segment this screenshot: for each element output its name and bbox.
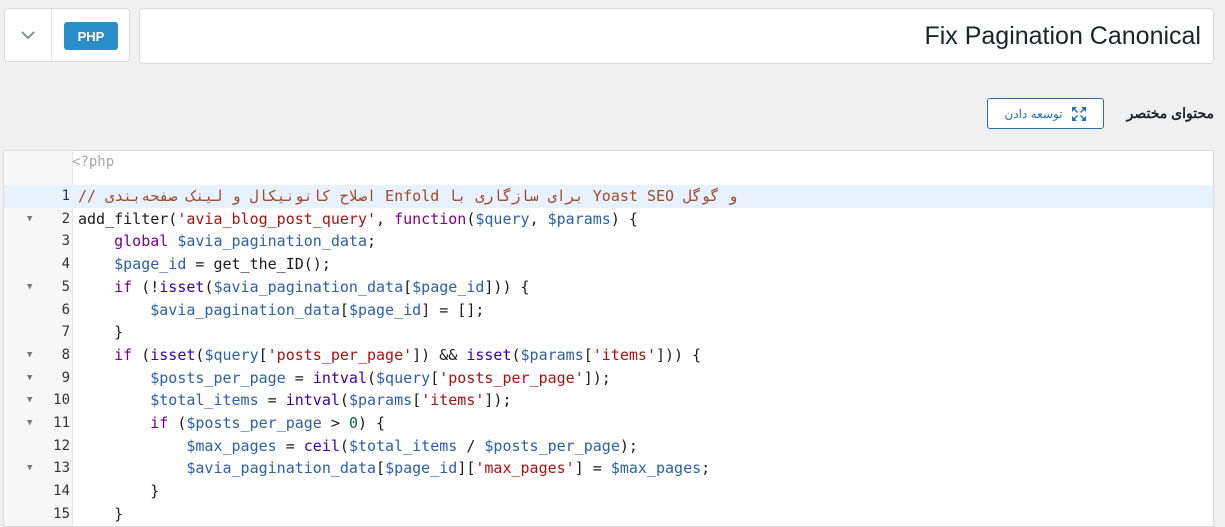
code-line[interactable]: ▼ 5 if (!isset($avia_pagination_data[$pag… — [4, 276, 1213, 299]
chevron-down-icon[interactable] — [5, 9, 52, 61]
line-number: 14 — [53, 483, 70, 500]
expand-label: توسعه دادن — [1004, 106, 1063, 121]
line-number: 9 — [61, 369, 70, 386]
php-open-tag: <?php — [72, 154, 115, 170]
expand-arrows-icon — [1071, 106, 1086, 121]
line-number: 6 — [61, 301, 70, 318]
code-line[interactable]: ▼ 8 if (isset($query['posts_per_page']) &… — [4, 344, 1213, 367]
code-line[interactable]: 1 // اصلاح کانونیکال و لینک صفحه‌بندی Enf… — [4, 185, 1213, 208]
code-text[interactable]: if (!isset($avia_pagination_data[$page_i… — [78, 276, 529, 299]
line-number: 3 — [61, 233, 70, 250]
code-text[interactable]: add_filter('avia_blog_post_query', funct… — [78, 208, 638, 231]
code-line[interactable]: ▼ 10 $total_items = intval($params['items… — [4, 389, 1213, 412]
line-number: 4 — [61, 256, 70, 273]
code-text[interactable]: $max_pages = ceil($total_items / $posts_… — [78, 435, 638, 458]
code-text[interactable]: $avia_pagination_data[$page_id]['max_pag… — [78, 457, 710, 480]
line-number: 15 — [53, 505, 70, 522]
code-line[interactable]: 3 global $avia_pagination_data; — [4, 230, 1213, 253]
line-number: 5 — [61, 278, 70, 295]
code-line[interactable]: 14 } — [4, 480, 1213, 503]
line-number: 12 — [53, 437, 70, 454]
code-line[interactable]: ▼ 9 $posts_per_page = intval($query['post… — [4, 367, 1213, 390]
code-text[interactable]: if ($posts_per_page > 0) { — [78, 412, 385, 435]
code-line[interactable]: ▼ 13 $avia_pagination_data[$page_id]['max… — [4, 457, 1213, 480]
line-number: 10 — [53, 392, 70, 409]
code-text[interactable]: if (isset($query['posts_per_page']) && i… — [78, 344, 701, 367]
line-number: 2 — [61, 210, 70, 227]
code-line[interactable]: 7 } — [4, 321, 1213, 344]
expand-button[interactable]: توسعه دادن — [987, 98, 1104, 129]
code-line[interactable]: 12 $max_pages = ceil($total_items / $pos… — [4, 435, 1213, 458]
code-line[interactable]: ▼ 2 add_filter('avia_blog_post_query', fun… — [4, 208, 1213, 231]
code-text[interactable]: } — [78, 503, 123, 526]
code-text[interactable]: $page_id = get_the_ID(); — [78, 253, 331, 276]
line-number: 1 — [61, 188, 70, 204]
code-line[interactable]: 6 $avia_pagination_data[$page_id] = []; — [4, 299, 1213, 322]
code-text[interactable]: global $avia_pagination_data; — [78, 230, 376, 253]
code-editor[interactable]: <?php 1 // اصلاح کانونیکال و لینک صفحه‌بن… — [3, 150, 1214, 527]
code-line[interactable]: 15 } — [4, 503, 1213, 526]
php-badge[interactable]: PHP — [64, 22, 118, 50]
line-number: 13 — [53, 460, 70, 477]
code-line[interactable]: ▼ 11 if ($posts_per_page > 0) { — [4, 412, 1213, 435]
code-text[interactable]: $posts_per_page = intval($query['posts_p… — [78, 367, 611, 390]
snippet-title-input[interactable] — [139, 8, 1214, 64]
code-text[interactable]: $total_items = intval($params['items']); — [78, 389, 511, 412]
code-line[interactable]: 4 $page_id = get_the_ID(); — [4, 253, 1213, 276]
line-number: 7 — [61, 324, 70, 341]
code-text[interactable]: $avia_pagination_data[$page_id] = []; — [78, 299, 484, 322]
code-text[interactable]: } — [78, 321, 123, 344]
code-text[interactable]: } — [78, 480, 159, 503]
snippet-type-selector[interactable]: PHP — [4, 8, 130, 62]
code-text[interactable]: // اصلاح کانونیکال و لینک صفحه‌بندی Enfo… — [78, 185, 737, 208]
line-number: 8 — [61, 346, 70, 363]
section-label: محتوای مختصر — [1126, 105, 1214, 121]
line-number: 11 — [53, 415, 70, 431]
